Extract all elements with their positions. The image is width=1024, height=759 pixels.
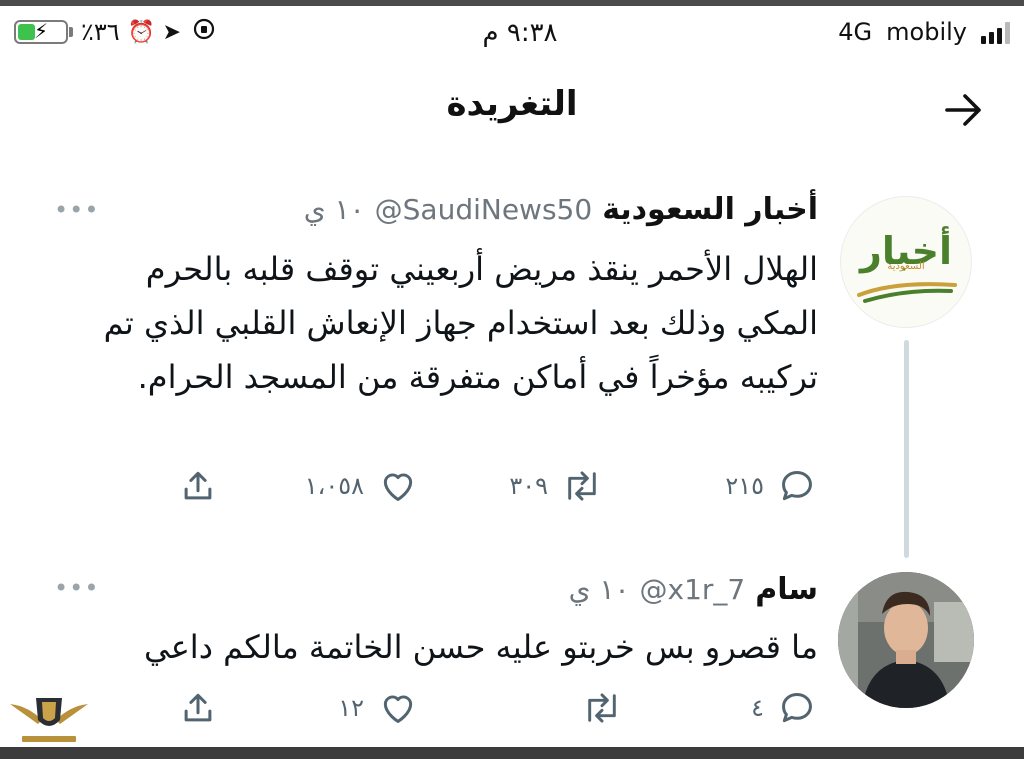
tweet-actions: ٢١٥ ٣٠٩ ١،٠٥٨ — [0, 466, 1024, 506]
reply-button[interactable]: ٢١٥ — [725, 466, 816, 506]
tweet-author-name[interactable]: أخبار السعودية — [602, 192, 818, 227]
tweet-timestamp: ١٠ ي — [303, 193, 365, 226]
status-bar: ⚡ ٪٣٦ ⏰ ➤ ٩:٣٨ م 4G mobily — [0, 8, 1024, 58]
share-icon — [184, 693, 212, 722]
alarm-icon: ⏰ — [127, 19, 156, 45]
like-button[interactable]: ١٢ — [338, 688, 418, 728]
battery-nub — [69, 27, 73, 37]
retweet-button[interactable]: ٣٠٩ — [509, 466, 602, 506]
tweet-text: الهلال الأحمر ينقذ مريض أربعيني توقف قلب… — [103, 250, 818, 396]
heart-icon — [383, 473, 413, 501]
location-arrow-icon: ➤ — [162, 19, 181, 45]
like-count: ١٢ — [338, 694, 364, 722]
tweet-avatar-saudinews[interactable]: أخبار السعودية — [840, 196, 972, 328]
battery-icon: ⚡ — [14, 19, 68, 44]
share-button[interactable] — [178, 688, 218, 728]
reply-icon — [782, 471, 812, 501]
status-left-group: ⚡ ٪٣٦ ⏰ ➤ — [14, 18, 216, 46]
heart-icon — [383, 695, 413, 723]
carrier-name: mobily — [886, 18, 967, 46]
tweet-text: ما قصرو بس خربتو عليه حسن الخاتمة مالكم … — [144, 628, 818, 666]
back-arrow-icon — [945, 94, 981, 126]
back-button[interactable] — [938, 88, 988, 132]
retweet-button[interactable] — [568, 688, 622, 728]
retweet-count: ٣٠٩ — [509, 472, 548, 500]
retweet-icon — [568, 471, 596, 501]
tweet-author-handle[interactable]: @SaudiNews50 — [375, 193, 593, 226]
tweet-header: سام @x1r_7 ١٠ ي — [569, 572, 818, 607]
reply-icon — [782, 693, 812, 723]
forum-watermark-logo-icon — [10, 698, 88, 742]
page-header: التغريدة — [0, 70, 1024, 150]
bottom-edge-bar — [0, 747, 1024, 759]
retweet-icon — [588, 693, 616, 723]
avatar-logo-swoosh-icon — [857, 282, 957, 303]
share-icon — [184, 471, 212, 500]
reply-count: ٢١٥ — [725, 472, 764, 500]
page-title: التغريدة — [446, 84, 578, 124]
signal-bars-icon — [981, 20, 1010, 44]
tweet-author-name[interactable]: سام — [755, 572, 818, 607]
tweet-actions: ٤ ١٢ — [0, 688, 1024, 728]
like-count: ١،٠٥٨ — [304, 472, 364, 500]
tweet-more-options-icon[interactable]: ••• — [54, 196, 99, 224]
tweet-header: أخبار السعودية @SaudiNews50 ١٠ ي — [304, 192, 818, 227]
network-type: 4G — [838, 18, 873, 46]
thread-connector-line — [904, 340, 909, 558]
like-button[interactable]: ١،٠٥٨ — [305, 466, 418, 506]
reply-count: ٤ — [751, 694, 764, 722]
battery-percent: ٪٣٦ — [81, 18, 120, 46]
tweet-author-handle[interactable]: @x1r_7 — [640, 573, 746, 606]
status-time: ٩:٣٨ م — [482, 18, 558, 48]
status-right-group: 4G mobily — [838, 18, 1010, 46]
share-button[interactable] — [178, 466, 218, 506]
tweet-more-options-icon[interactable]: ••• — [54, 574, 99, 602]
avatar-logo-subtext: السعودية — [887, 261, 925, 272]
charging-bolt-icon: ⚡ — [33, 19, 49, 43]
tweet-timestamp: ١٠ ي — [568, 573, 630, 606]
reply-button[interactable]: ٤ — [751, 688, 816, 728]
top-edge-bar — [0, 0, 1024, 6]
orientation-lock-icon — [192, 18, 216, 46]
